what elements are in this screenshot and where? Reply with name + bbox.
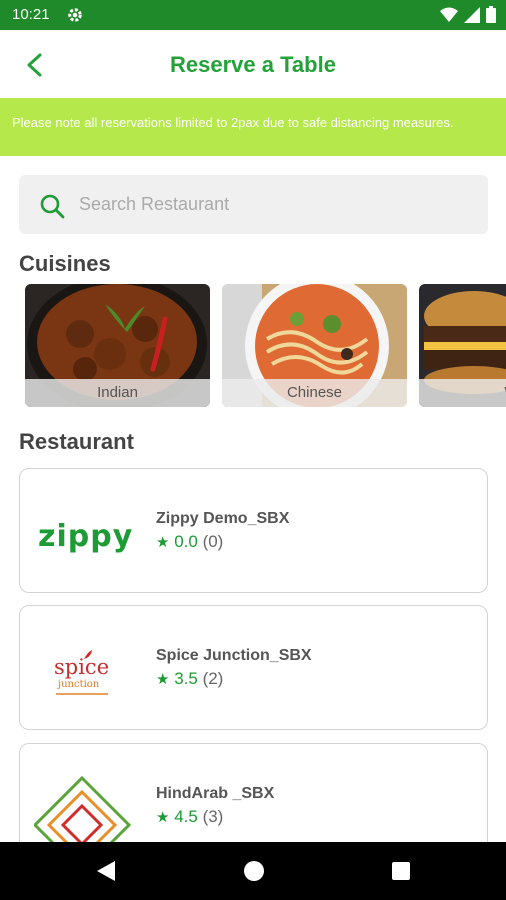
nav-home-icon[interactable]: [243, 859, 265, 883]
rating-value: 3.5: [174, 669, 198, 688]
cuisine-label: W: [419, 379, 506, 407]
cuisine-card-indian[interactable]: Indian: [25, 284, 210, 407]
cuisines-heading: Cuisines: [19, 251, 111, 276]
status-bar: 10:21: [0, 0, 506, 30]
settings-gear-icon: [68, 8, 82, 22]
restaurant-name: HindArab _SBX: [156, 785, 275, 802]
zippy-logo-text: zippy: [38, 519, 134, 554]
restaurant-rating: ★ 3.5 (2): [156, 669, 223, 689]
restaurant-card[interactable]: spice junction Spice Junction_SBX ★ 3.5 …: [19, 605, 488, 730]
cuisine-label: Chinese: [222, 379, 407, 407]
wifi-icon: [440, 7, 458, 22]
nav-back-icon[interactable]: [95, 859, 117, 883]
star-icon: ★: [156, 671, 170, 688]
search-icon: [40, 194, 65, 219]
restaurant-name: Spice Junction_SBX: [156, 647, 312, 664]
cuisine-label: Indian: [25, 379, 210, 407]
logo-underline: [56, 693, 108, 695]
system-nav-bar: [0, 842, 506, 900]
distancing-notice: Please note all reservations limited to …: [0, 98, 506, 156]
cuisine-card-chinese[interactable]: Chinese: [222, 284, 407, 407]
hindarab-logo: [34, 775, 132, 853]
rating-count: (3): [202, 807, 224, 826]
zippy-logo: zippy: [34, 483, 146, 578]
rating-value: 0.0: [174, 532, 198, 551]
app-bar: Reserve a Table: [0, 30, 506, 98]
battery-icon: [486, 6, 496, 23]
rating-value: 4.5: [174, 807, 198, 826]
restaurant-card[interactable]: zippy Zippy Demo_SBX ★ 0.0 (0): [19, 468, 488, 593]
nav-recents-icon[interactable]: [390, 859, 412, 883]
cuisine-card-western[interactable]: W: [419, 284, 506, 407]
spice-logo-text: spice: [54, 655, 110, 679]
status-time: 10:21: [12, 6, 50, 23]
restaurant-rating: ★ 4.5 (3): [156, 807, 223, 827]
spice-junction-logo: spice junction: [34, 620, 146, 715]
restaurant-heading: Restaurant: [19, 429, 134, 454]
restaurant-name: Zippy Demo_SBX: [156, 510, 290, 527]
restaurant-rating: ★ 0.0 (0): [156, 532, 223, 552]
rating-count: (2): [202, 669, 224, 688]
page-title: Reserve a Table: [170, 52, 336, 77]
rating-count: (0): [202, 532, 224, 551]
signal-icon: [464, 6, 480, 23]
star-icon: ★: [156, 534, 170, 551]
search-bar[interactable]: [19, 175, 488, 234]
search-input[interactable]: [79, 175, 469, 234]
cuisines-carousel[interactable]: Indian Chinese W: [25, 284, 506, 407]
status-icons: [440, 6, 496, 23]
junction-logo-text: junction: [58, 679, 100, 690]
star-icon: ★: [156, 809, 170, 826]
